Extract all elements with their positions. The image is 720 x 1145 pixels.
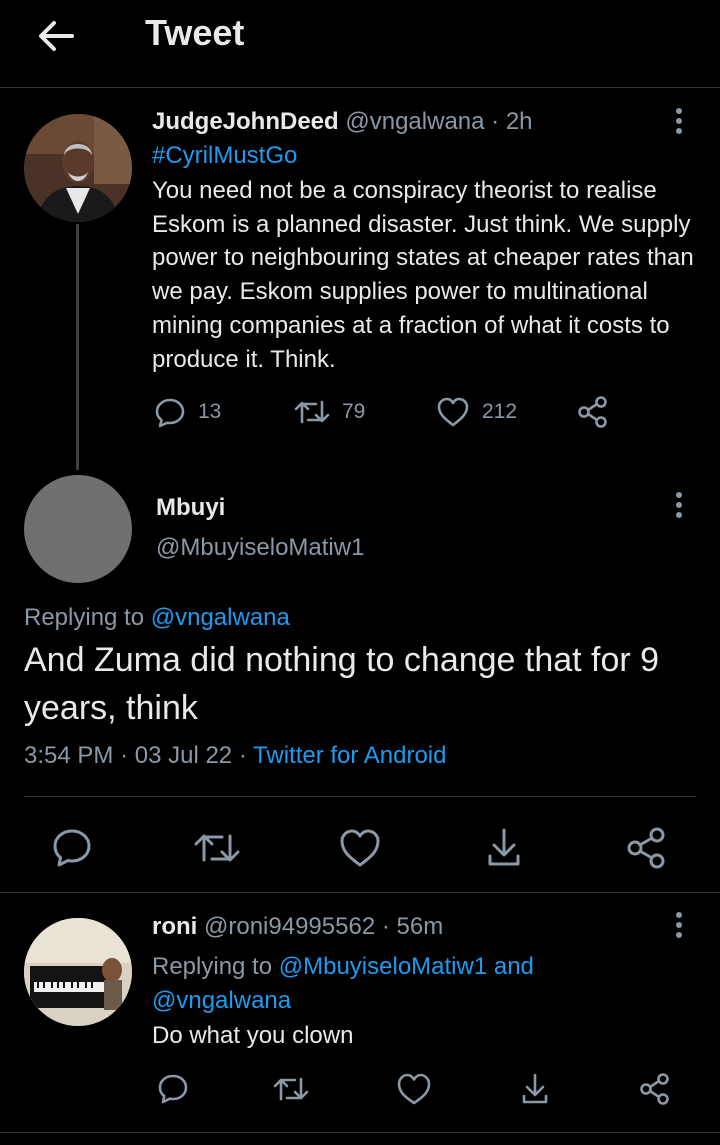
replying-to-handle[interactable]: @MbuyiseloMatiw1	[279, 953, 487, 980]
replying-to-handle[interactable]: @vngalwana	[151, 604, 290, 631]
author-name[interactable]: Mbuyi	[156, 494, 225, 522]
avatar[interactable]	[24, 918, 132, 1026]
retweet-icon[interactable]	[272, 1072, 316, 1116]
hashtag-link[interactable]: #CyrilMustGo	[152, 142, 297, 170]
arrow-left-icon[interactable]	[34, 14, 78, 58]
replying-to-line: Replying to @vngalwana	[24, 604, 290, 632]
reply-tweet-actions	[152, 1072, 682, 1112]
replying-to-label: Replying to	[24, 604, 145, 631]
tweet-text: You need not be a conspiracy theorist to…	[152, 177, 694, 373]
like-button[interactable]: 212	[436, 392, 517, 432]
author-handle[interactable]: @roni94995562	[204, 913, 375, 940]
retweet-count: 79	[342, 400, 366, 423]
heart-icon[interactable]	[338, 826, 382, 870]
tweet-time: · 56m	[381, 913, 444, 940]
main-tweet-actions	[0, 820, 720, 876]
tweet-time: 3:54 PM	[24, 742, 114, 769]
more-options-icon[interactable]	[667, 910, 691, 942]
author-name[interactable]: JudgeJohnDeed	[152, 108, 339, 135]
retweet-icon[interactable]	[193, 826, 240, 870]
more-options-icon[interactable]	[667, 490, 691, 522]
parent-tweet-header: JudgeJohnDeed @vngalwana · 2h	[152, 108, 533, 136]
bookmark-download-icon[interactable]	[518, 1072, 562, 1116]
replying-to-label: Replying to	[152, 953, 273, 980]
retweet-button[interactable]: 79	[294, 392, 365, 432]
separator: ·	[238, 742, 247, 769]
avatar[interactable]	[24, 475, 132, 583]
thread-connector-line	[76, 224, 79, 470]
heart-icon	[436, 396, 470, 428]
divider	[0, 1132, 720, 1133]
tweet-text: Do what you clown	[152, 1022, 354, 1049]
tweet-source[interactable]: Twitter for Android	[253, 742, 446, 769]
reply-icon[interactable]	[50, 826, 94, 870]
divider	[0, 892, 720, 893]
tweet-text: And Zuma did nothing to change that for …	[24, 641, 660, 727]
more-options-icon[interactable]	[667, 106, 691, 138]
bookmark-download-icon[interactable]	[482, 826, 526, 870]
reply-icon[interactable]	[156, 1072, 200, 1116]
page-title: Tweet	[145, 12, 245, 53]
top-app-bar: Tweet	[0, 0, 720, 88]
reply-count: 13	[198, 400, 222, 423]
share-icon[interactable]	[638, 1072, 682, 1116]
reply-tweet-header: roni @roni94995562 · 56m	[152, 913, 443, 941]
replying-to-and[interactable]: and	[494, 953, 534, 980]
like-count: 212	[482, 400, 518, 423]
author-handle[interactable]: @vngalwana	[345, 108, 484, 135]
reply-button[interactable]: 13	[154, 392, 221, 432]
tweet-date: 03 Jul 22	[134, 742, 233, 769]
separator: ·	[120, 742, 129, 769]
share-icon	[576, 395, 610, 429]
parent-tweet-actions: 13 79 212	[152, 392, 632, 432]
tweet-time: · 2h	[491, 108, 533, 135]
divider	[24, 796, 696, 797]
tweet-metadata: 3:54 PM · 03 Jul 22 · Twitter for Androi…	[24, 742, 446, 770]
replying-to-line: Replying to @MbuyiseloMatiw1 and @vngalw…	[152, 950, 672, 1017]
retweet-icon	[294, 396, 330, 428]
replying-to-handle[interactable]: @vngalwana	[152, 987, 291, 1014]
share-icon[interactable]	[625, 826, 669, 870]
author-name[interactable]: roni	[152, 913, 197, 940]
author-handle[interactable]: @MbuyiseloMatiw1	[156, 534, 364, 562]
avatar[interactable]	[24, 114, 132, 222]
share-button[interactable]	[576, 392, 610, 432]
heart-icon[interactable]	[396, 1072, 440, 1116]
reply-icon	[154, 396, 186, 428]
